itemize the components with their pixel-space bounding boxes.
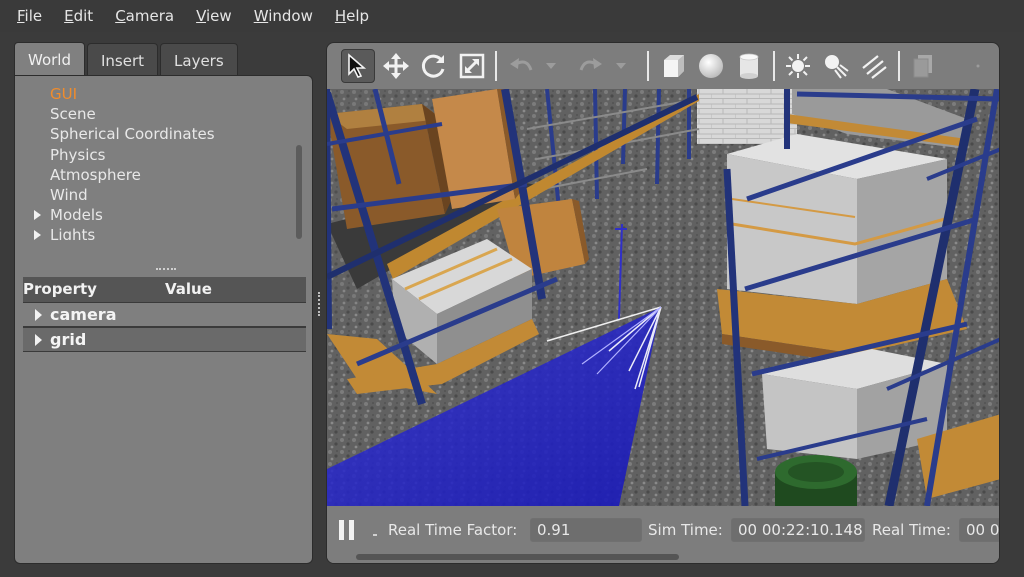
real-time-factor-label: Real Time Factor: (388, 521, 518, 539)
box-icon[interactable] (656, 49, 690, 83)
step-icon[interactable] (373, 534, 377, 536)
world-panel: GUI Scene Spherical Coordinates Physics … (14, 75, 313, 564)
tab-world[interactable]: World (14, 42, 85, 76)
status-bar: Real Time Factor: 0.91 Sim Time: 00 00:2… (327, 506, 999, 563)
panel-resize-handle[interactable] (318, 292, 321, 316)
real-time-factor-field: 0.91 (530, 518, 642, 542)
menu-bar: File Edit Camera View Window Help (0, 0, 1024, 32)
redo-dropdown-icon[interactable] (612, 49, 630, 83)
splitter-handle[interactable] (156, 268, 176, 272)
expand-arrow-icon[interactable] (34, 230, 41, 240)
toolbar-separator (495, 51, 498, 81)
property-row-camera[interactable]: camera (23, 302, 306, 327)
menu-file[interactable]: File (6, 0, 53, 32)
menu-help[interactable]: Help (324, 0, 380, 32)
menu-edit[interactable]: Edit (53, 0, 104, 32)
menu-window[interactable]: Window (243, 0, 324, 32)
sphere-icon[interactable] (694, 49, 728, 83)
point-light-icon[interactable] (782, 49, 816, 83)
real-time-label: Real Time: (872, 521, 951, 539)
tree-item-wind[interactable]: Wind (15, 185, 295, 205)
tab-insert[interactable]: Insert (87, 43, 159, 76)
undo-dropdown-icon[interactable] (542, 49, 560, 83)
spot-light-icon[interactable] (819, 49, 853, 83)
value-column-header: Value (165, 280, 212, 298)
sim-time-field: 00 00:22:10.148 (731, 518, 865, 542)
select-arrow-icon[interactable] (341, 49, 375, 83)
tree-item-atmosphere[interactable]: Atmosphere (15, 165, 295, 185)
scene-toolbar (327, 43, 999, 89)
tree-item-lights[interactable]: Lights (15, 225, 295, 240)
statusbar-scrollbar[interactable] (356, 554, 679, 560)
real-time-field: 00 0 (959, 518, 999, 542)
tree-item-scene[interactable]: Scene (15, 104, 295, 124)
scale-icon[interactable] (455, 49, 489, 83)
property-row-grid[interactable]: grid (23, 327, 306, 352)
cylinder-icon[interactable] (732, 49, 766, 83)
toolbar-separator (647, 51, 649, 81)
gazebo-window: File Edit Camera View Window Help World … (0, 0, 1024, 577)
world-tree: GUI Scene Spherical Coordinates Physics … (15, 84, 295, 240)
expand-arrow-icon[interactable] (35, 309, 42, 321)
warehouse-scene (327, 89, 999, 506)
scene-viewport[interactable] (327, 89, 999, 506)
toolbar-separator (772, 51, 775, 81)
expand-arrow-icon[interactable] (35, 334, 42, 346)
menu-view[interactable]: View (185, 0, 243, 32)
tree-item-physics[interactable]: Physics (15, 145, 295, 165)
scene-panel: Real Time Factor: 0.91 Sim Time: 00 00:2… (326, 42, 1000, 564)
tab-layers[interactable]: Layers (160, 43, 238, 76)
pause-icon[interactable] (339, 520, 357, 540)
sim-time-label: Sim Time: (648, 521, 723, 539)
tree-item-models[interactable]: Models (15, 205, 295, 225)
left-panel-tabs: World Insert Layers (14, 42, 240, 76)
undo-icon[interactable] (504, 49, 538, 83)
redo-icon[interactable] (574, 49, 608, 83)
left-panel: World Insert Layers GUI Scene Spherical … (14, 42, 314, 564)
expand-arrow-icon[interactable] (34, 210, 41, 221)
tree-scrollbar[interactable] (296, 145, 302, 239)
more-icon[interactable] (969, 49, 987, 83)
toolbar-separator (898, 51, 901, 81)
tree-item-gui[interactable]: GUI (15, 84, 295, 104)
property-column-header: Property (23, 280, 97, 298)
directional-light-icon[interactable] (857, 49, 891, 83)
translate-icon[interactable] (379, 49, 413, 83)
rotate-icon[interactable] (417, 49, 451, 83)
tree-item-spherical-coordinates[interactable]: Spherical Coordinates (15, 124, 295, 144)
menu-camera[interactable]: Camera (104, 0, 185, 32)
copy-icon[interactable] (907, 49, 941, 83)
property-table-header: Property Value (23, 277, 306, 302)
